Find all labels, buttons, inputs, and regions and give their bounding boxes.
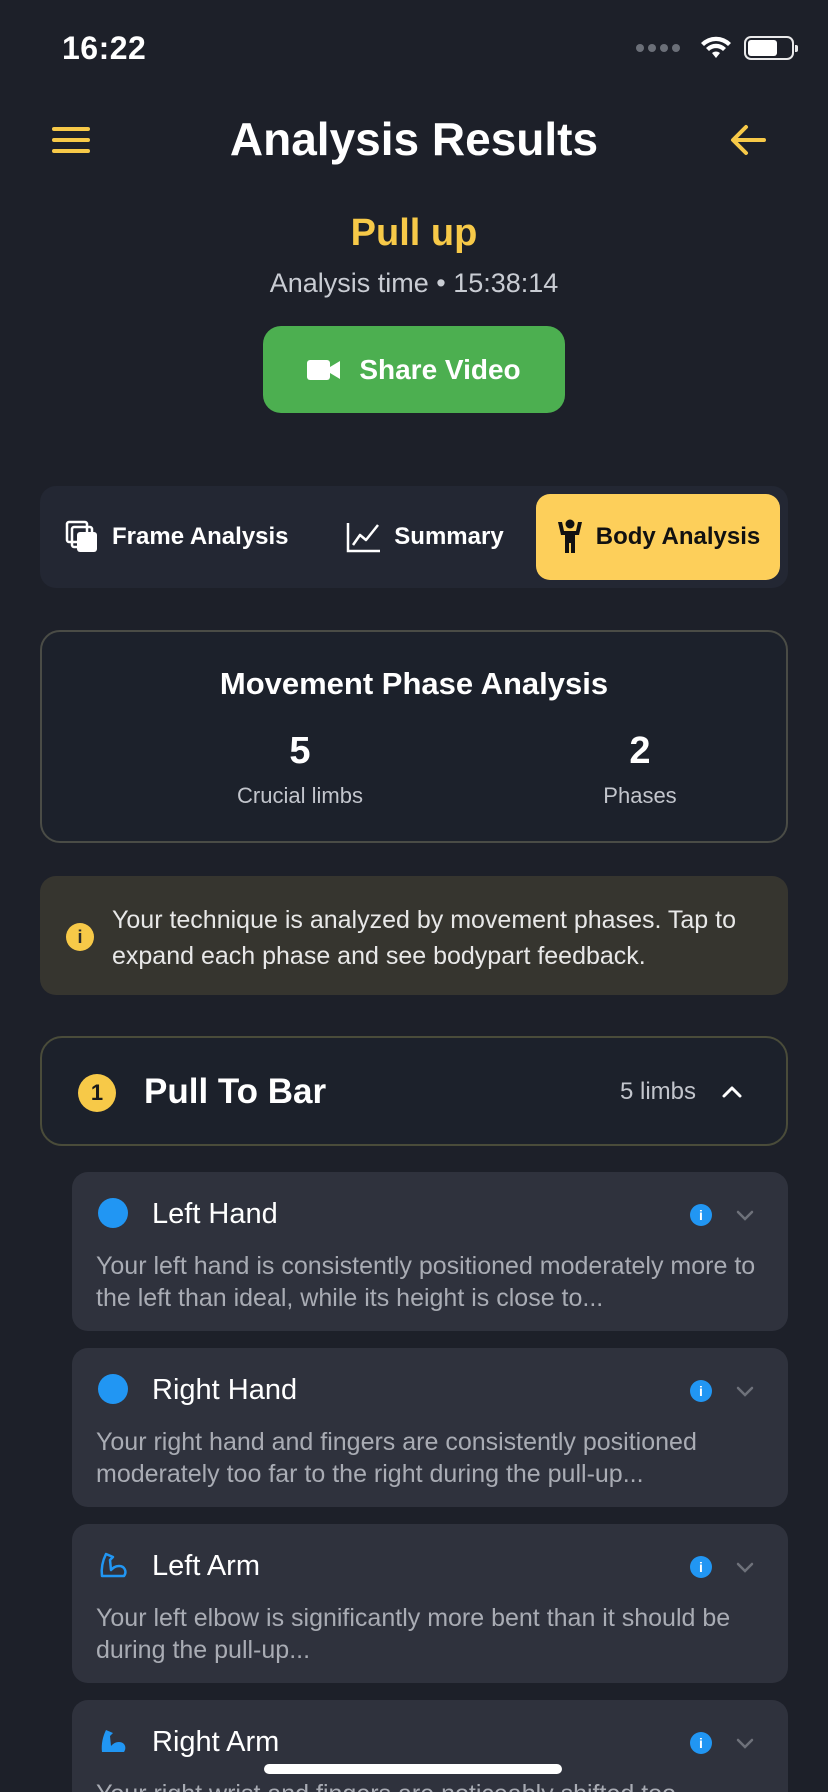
video-camera-icon: [307, 359, 341, 380]
stat-phases: 2 Phases: [510, 730, 770, 809]
battery-icon: [744, 36, 798, 60]
phase-limb-count: 5 limbs: [619, 1078, 696, 1105]
analysis-time: Analysis time • 15:38:14: [269, 268, 559, 298]
stat-value: 5: [289, 730, 311, 772]
phase-number-badge: 1: [78, 1074, 116, 1112]
signal-icon: [636, 44, 680, 52]
copy-icon: [65, 520, 97, 552]
info-icon[interactable]: i: [690, 1732, 712, 1754]
info-icon[interactable]: i: [690, 1556, 712, 1578]
phase-header[interactable]: 1 Pull To Bar 5 limbs: [40, 1036, 788, 1146]
limb-title: Left Arm: [152, 1550, 260, 1582]
limb-feedback: Your left hand is consistently positione…: [96, 1252, 756, 1312]
tab-label: Frame Analysis: [112, 523, 289, 550]
back-arrow-icon[interactable]: [724, 118, 772, 162]
movement-phase-card: Movement Phase Analysis 5 Crucial limbs …: [40, 630, 788, 843]
chevron-down-icon[interactable]: [734, 1556, 756, 1578]
tab-summary[interactable]: Summary: [318, 494, 532, 580]
limb-card-left-hand[interactable]: Left Hand i Your left hand is consistent…: [72, 1172, 788, 1331]
home-indicator[interactable]: [264, 1764, 562, 1774]
status-icons: [636, 36, 798, 60]
info-icon[interactable]: i: [690, 1380, 712, 1402]
limb-title: Right Arm: [152, 1726, 280, 1758]
tab-label: Summary: [394, 523, 504, 550]
share-video-label: Share Video: [359, 353, 521, 385]
stat-value: 2: [629, 730, 651, 772]
person-icon: [557, 519, 582, 553]
app-header: Analysis Results: [0, 100, 828, 180]
exercise-name: Pull up: [350, 212, 478, 254]
tab-body-analysis[interactable]: Body Analysis: [536, 494, 780, 580]
limb-card-right-hand[interactable]: Right Hand i Your right hand and fingers…: [72, 1348, 788, 1507]
movement-phase-title: Movement Phase Analysis: [219, 666, 609, 701]
limb-feedback: Your right hand and fingers are consiste…: [96, 1428, 697, 1488]
hand-dot-icon: [98, 1198, 130, 1230]
chevron-down-icon[interactable]: [734, 1204, 756, 1226]
info-text: Your technique is analyzed by movement p…: [112, 906, 737, 970]
wifi-icon: [701, 36, 731, 58]
limb-feedback: Your left elbow is significantly more be…: [96, 1604, 731, 1664]
stat-label: Phases: [603, 783, 677, 808]
chevron-up-icon: [722, 1086, 742, 1098]
limb-card-right-arm[interactable]: Right Arm i Your right wrist and fingers…: [72, 1700, 788, 1792]
tab-bar: Frame Analysis Summary Body Analysis: [40, 486, 788, 588]
info-banner: i Your technique is analyzed by movement…: [40, 876, 788, 995]
info-icon[interactable]: i: [690, 1204, 712, 1226]
arm-filled-icon: [101, 1730, 126, 1752]
share-video-button[interactable]: Share Video: [263, 326, 565, 413]
stat-crucial-limbs: 5 Crucial limbs: [170, 730, 430, 809]
status-time: 16:22: [62, 30, 147, 66]
tab-label: Body Analysis: [595, 523, 761, 550]
info-icon: i: [66, 923, 94, 951]
arm-outline-icon: [100, 1552, 127, 1578]
phase-title: Pull To Bar: [144, 1072, 327, 1111]
limb-card-left-arm[interactable]: Left Arm i Your left elbow is significan…: [72, 1524, 788, 1683]
chart-line-icon: [347, 523, 381, 553]
limb-feedback: Your right wrist and fingers are noticea…: [96, 1778, 764, 1792]
page-title: Analysis Results: [229, 113, 599, 165]
tab-frame-analysis[interactable]: Frame Analysis: [48, 494, 318, 580]
limb-title: Left Hand: [152, 1198, 278, 1230]
status-bar: 16:22: [0, 0, 828, 100]
hand-dot-icon: [98, 1374, 130, 1406]
chevron-down-icon[interactable]: [734, 1732, 756, 1754]
stat-label: Crucial limbs: [237, 783, 363, 808]
limb-title: Right Hand: [152, 1374, 298, 1406]
chevron-down-icon[interactable]: [734, 1380, 756, 1402]
